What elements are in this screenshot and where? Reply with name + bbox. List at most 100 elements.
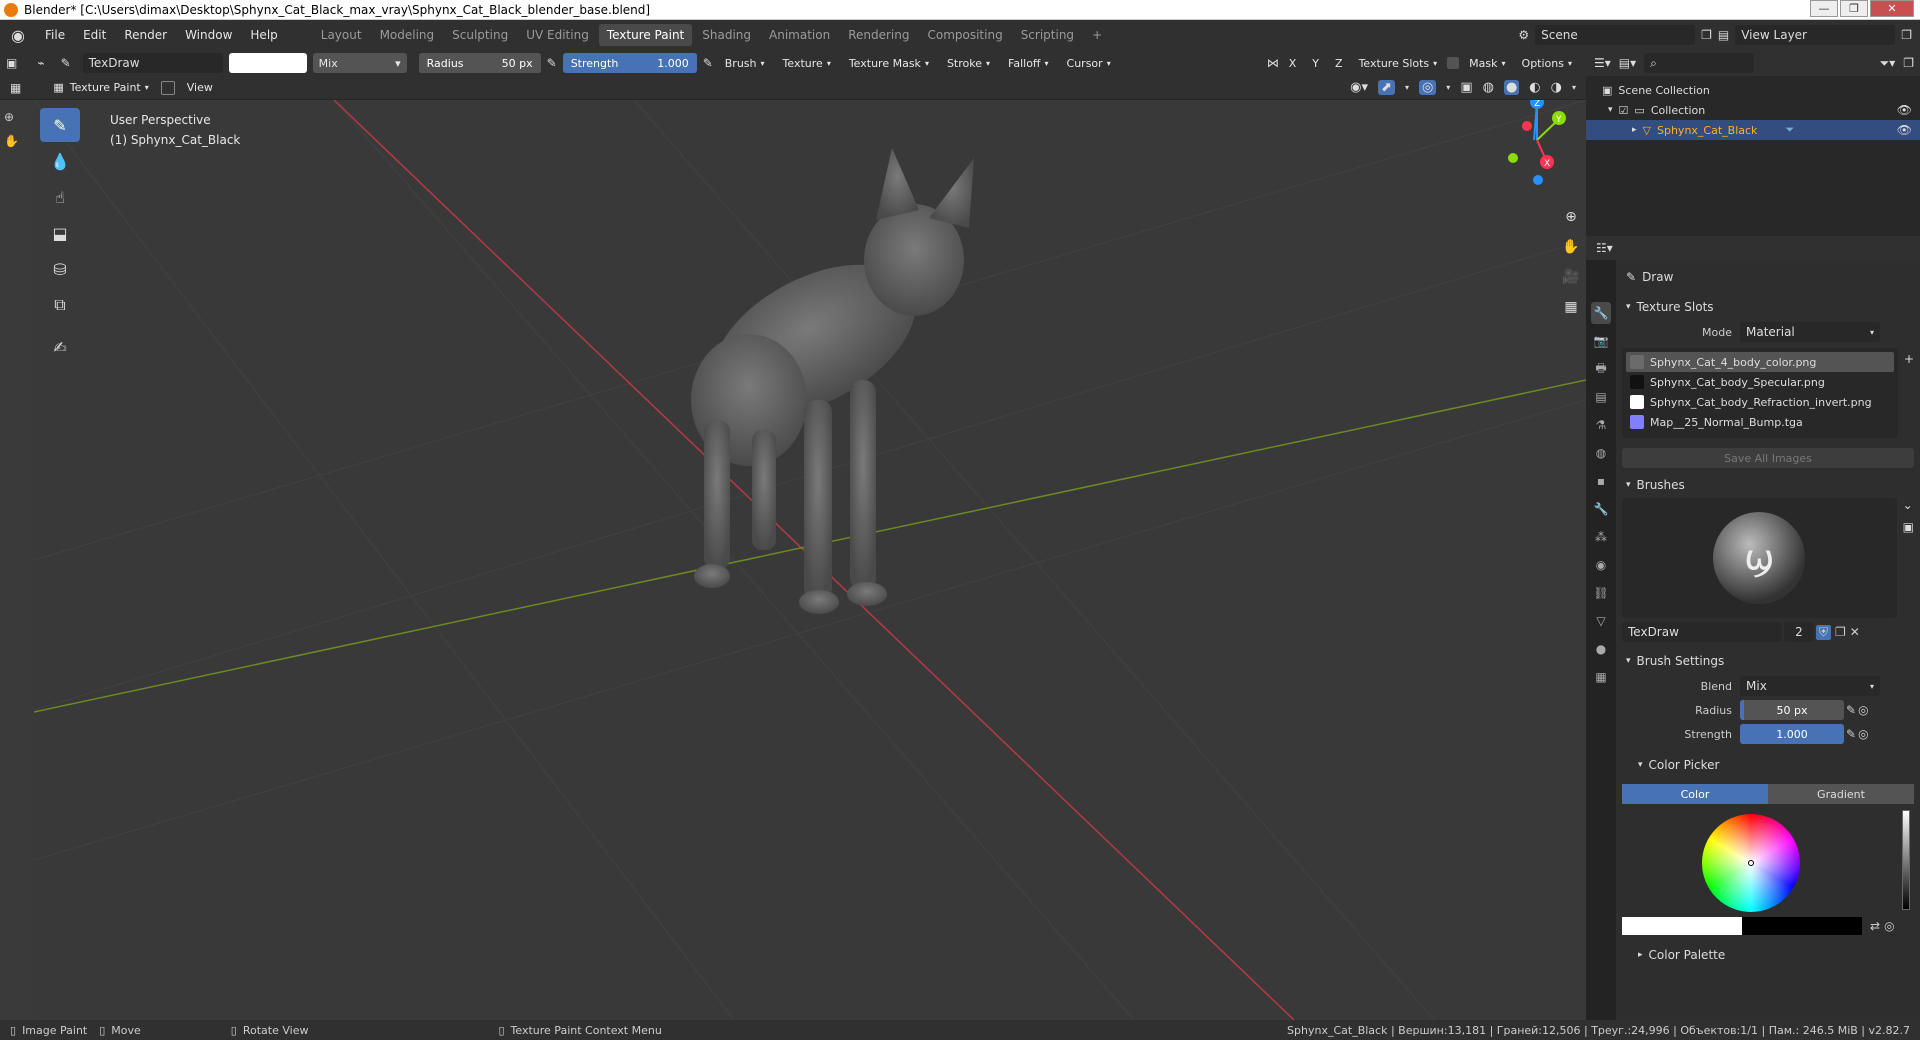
eye-icon[interactable]: 👁 bbox=[1897, 103, 1912, 117]
menu-help[interactable]: Help bbox=[241, 24, 286, 46]
strength-property-slider[interactable]: 1.000 bbox=[1740, 724, 1844, 744]
object-tab-icon[interactable]: ▪ bbox=[1591, 470, 1611, 492]
menu-render[interactable]: Render bbox=[115, 24, 176, 46]
texture-tab-icon[interactable]: ▦ bbox=[1591, 666, 1611, 688]
fake-user-shield-icon[interactable]: ⛨ bbox=[1816, 624, 1832, 640]
duplicate-brush-icon[interactable]: ❐ bbox=[1835, 625, 1846, 639]
rendered-shading-icon[interactable]: ◑ bbox=[1551, 80, 1562, 95]
tab-animation[interactable]: Animation bbox=[761, 24, 838, 46]
menu-edit[interactable]: Edit bbox=[74, 24, 115, 46]
outliner-collection[interactable]: ▾ ☑ ▭ Collection 👁 bbox=[1586, 100, 1920, 120]
tab-uv-editing[interactable]: UV Editing bbox=[518, 24, 597, 46]
wireframe-shading-icon[interactable]: ◍ bbox=[1483, 80, 1494, 95]
xray-icon[interactable]: ▣ bbox=[1460, 80, 1472, 95]
mask-checkbox[interactable] bbox=[1447, 57, 1460, 69]
brush-preview[interactable]: ϣ bbox=[1622, 498, 1897, 618]
color-palette-subpanel-header[interactable]: ▸ Color Palette bbox=[1622, 942, 1914, 968]
output-tab-icon[interactable]: 🖶 bbox=[1591, 358, 1611, 380]
solid-shading-icon[interactable]: ● bbox=[1503, 80, 1520, 95]
texture-slot-item[interactable]: Sphynx_Cat_body_Specular.png bbox=[1626, 372, 1894, 392]
radius-property-slider[interactable]: 50 px bbox=[1740, 700, 1844, 720]
tab-texture-paint[interactable]: Texture Paint bbox=[598, 24, 693, 46]
strength-slider[interactable]: Strength 1.000 bbox=[562, 53, 697, 73]
scene-name-field[interactable]: Scene bbox=[1535, 25, 1696, 45]
editor-type-icon[interactable]: ▣ bbox=[6, 56, 17, 70]
outliner-search-input[interactable]: ⌕ bbox=[1644, 53, 1755, 73]
axis-z-toggle[interactable]: Z bbox=[1329, 53, 1349, 73]
tab-rendering[interactable]: Rendering bbox=[840, 24, 917, 46]
tool-icon[interactable]: ⌁ bbox=[37, 56, 44, 70]
brush-color-swatch[interactable] bbox=[228, 53, 307, 73]
falloff-menu[interactable]: Falloff ▾ bbox=[1002, 53, 1055, 73]
outliner-object-row[interactable]: ▸ ▽ Sphynx_Cat_Black ⏷ 👁 bbox=[1586, 120, 1920, 140]
mask-menu[interactable]: Mask ▾ bbox=[1463, 53, 1511, 73]
axis-x-toggle[interactable]: X bbox=[1283, 53, 1303, 73]
brush-list-dropdown-icon[interactable]: ⌄ bbox=[1903, 498, 1914, 512]
outliner-editor-icon[interactable]: ☰▾ bbox=[1594, 56, 1611, 70]
close-button[interactable]: ✕ bbox=[1870, 0, 1914, 17]
display-mode-icon[interactable]: ▤▾ bbox=[1619, 56, 1636, 70]
strength-pressure-icon[interactable]: ✎ bbox=[1846, 727, 1856, 741]
texture-slot-item[interactable]: Sphynx_Cat_4_body_color.png bbox=[1626, 352, 1894, 372]
strength-pressure-icon[interactable]: ✎ bbox=[703, 56, 713, 70]
add-workspace-icon[interactable]: + bbox=[1084, 24, 1110, 46]
gradient-tab[interactable]: Gradient bbox=[1768, 784, 1914, 804]
swap-colors-icon[interactable]: ⇄ bbox=[1870, 919, 1880, 933]
brush-icon-toggle[interactable]: ▣ bbox=[1903, 520, 1914, 534]
color-wheel-cursor[interactable] bbox=[1748, 860, 1754, 866]
scene-tab-icon[interactable]: ⚗ bbox=[1591, 414, 1611, 436]
brush-menu[interactable]: Brush ▾ bbox=[719, 53, 771, 73]
material-tab-icon[interactable]: ● bbox=[1591, 638, 1611, 660]
modifier-tab-icon[interactable]: 🔧 bbox=[1591, 498, 1611, 520]
mode-dropdown[interactable]: Material ▾ bbox=[1740, 322, 1880, 342]
expand-arrow-icon[interactable]: ▸ bbox=[1632, 125, 1637, 135]
texture-menu[interactable]: Texture ▾ bbox=[777, 53, 837, 73]
texture-slot-item[interactable]: Map__25_Normal_Bump.tga bbox=[1626, 412, 1894, 432]
render-tab-icon[interactable]: 📷 bbox=[1591, 330, 1611, 352]
annotate-icon[interactable]: ✍ bbox=[40, 330, 80, 364]
mask-brush-icon[interactable]: ⧉ bbox=[40, 288, 80, 322]
tab-compositing[interactable]: Compositing bbox=[919, 24, 1010, 46]
axis-y-toggle[interactable]: Y bbox=[1306, 53, 1325, 73]
tab-modeling[interactable]: Modeling bbox=[372, 24, 443, 46]
smear-brush-icon[interactable]: ☝ bbox=[40, 180, 80, 214]
texture-slots-panel-header[interactable]: ▾ Texture Slots bbox=[1622, 294, 1914, 320]
material-shading-icon[interactable]: ◐ bbox=[1529, 80, 1540, 95]
tab-sculpting[interactable]: Sculpting bbox=[444, 24, 516, 46]
color-picker-subpanel-header[interactable]: ▾ Color Picker bbox=[1622, 752, 1914, 778]
zoom-icon[interactable]: ⊕ bbox=[1558, 204, 1584, 230]
brushes-panel-header[interactable]: ▾ Brushes bbox=[1622, 472, 1914, 498]
view-layer-icon[interactable]: ▤ bbox=[1718, 28, 1729, 42]
view-layer-tab-icon[interactable]: ▤ bbox=[1591, 386, 1611, 408]
ortho-toggle-icon[interactable]: ▦ bbox=[1558, 294, 1584, 320]
mode-dropdown[interactable]: ▦ Texture Paint ▾ bbox=[47, 78, 154, 98]
visibility-icon[interactable]: ◉▾ bbox=[1350, 80, 1368, 95]
radius-slider[interactable]: Radius 50 px bbox=[418, 53, 541, 73]
new-collection-icon[interactable]: ❐ bbox=[1903, 56, 1914, 70]
scene-icon[interactable]: ⚙ bbox=[1518, 28, 1529, 42]
blend-mode-dropdown[interactable]: Mix ▾ bbox=[312, 53, 407, 73]
view-layer-field[interactable]: View Layer bbox=[1735, 25, 1896, 45]
mesh-data-tab-icon[interactable]: ▽ bbox=[1591, 610, 1611, 632]
eye-icon[interactable]: 👁 bbox=[1897, 123, 1912, 137]
tab-scripting[interactable]: Scripting bbox=[1013, 24, 1082, 46]
outliner-scene-collection[interactable]: ▣ Scene Collection bbox=[1586, 80, 1920, 100]
soften-brush-icon[interactable]: 💧 bbox=[40, 144, 80, 178]
world-tab-icon[interactable]: ◍ bbox=[1591, 442, 1611, 464]
collection-checkbox[interactable]: ☑ bbox=[1619, 104, 1629, 117]
fill-brush-icon[interactable]: ⛁ bbox=[40, 252, 80, 286]
symmetry-icon[interactable]: ⋈ bbox=[1267, 56, 1279, 70]
overlay-toggle-icon[interactable]: ◎ bbox=[1418, 80, 1437, 95]
brush-name-field[interactable]: TexDraw bbox=[82, 53, 223, 73]
blend-dropdown[interactable]: Mix ▾ bbox=[1740, 676, 1880, 696]
new-scene-icon[interactable]: ❐ bbox=[1701, 28, 1712, 42]
menu-window[interactable]: Window bbox=[176, 24, 241, 46]
primary-secondary-color-swatches[interactable] bbox=[1622, 917, 1862, 935]
editor-type-icon[interactable]: ▦ bbox=[10, 81, 21, 95]
menu-file[interactable]: File bbox=[36, 24, 74, 46]
stroke-menu[interactable]: Stroke ▾ bbox=[941, 53, 996, 73]
brush-name-input[interactable]: TexDraw bbox=[1622, 622, 1782, 642]
shading-options-icon[interactable]: ▾ bbox=[1572, 83, 1576, 92]
texture-slots-menu[interactable]: Texture Slots ▾ bbox=[1353, 53, 1444, 73]
maximize-button[interactable]: ❐ bbox=[1840, 0, 1868, 17]
